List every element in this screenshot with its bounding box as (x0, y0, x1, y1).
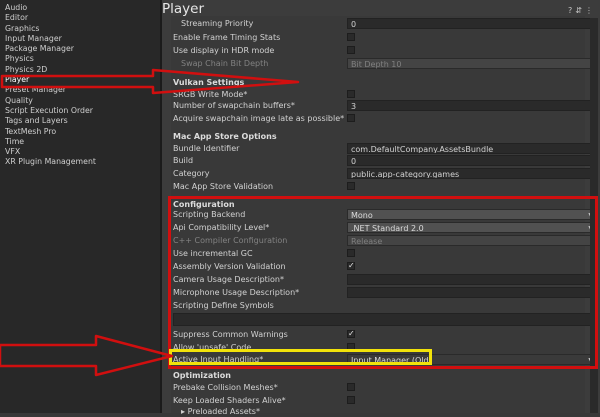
annotation-arrow-icon (0, 334, 174, 377)
annotation-arrows (0, 68, 300, 377)
annotation-arrow-icon (0, 68, 300, 95)
